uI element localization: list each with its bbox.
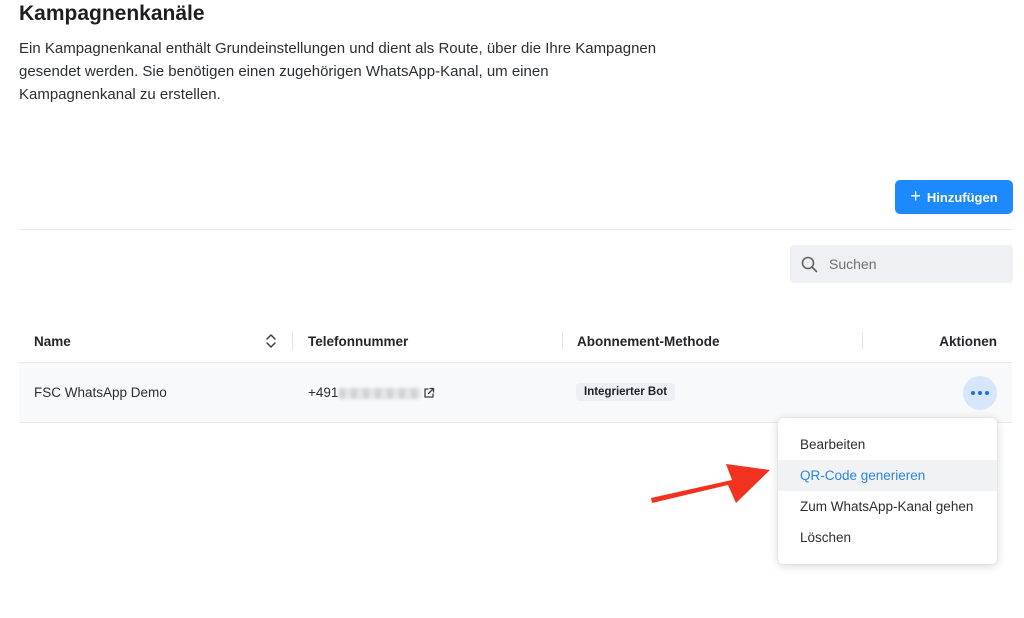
column-separator[interactable] [862, 332, 863, 350]
row-actions-button[interactable] [963, 376, 997, 410]
subscription-badge: Integrierter Bot [576, 383, 676, 401]
campaign-channels-page: Kampagnenkanäle Ein Kampagnenkanal enthä… [0, 0, 1024, 618]
column-header-name[interactable]: Name [34, 334, 71, 349]
menu-item-go-to-whatsapp-channel[interactable]: Zum WhatsApp-Kanal gehen [778, 491, 997, 522]
menu-item-edit[interactable]: Bearbeiten [778, 429, 997, 460]
table-row: FSC WhatsApp Demo +491 Integrierter Bot [19, 363, 1012, 423]
search-box[interactable] [790, 245, 1013, 283]
column-separator[interactable] [292, 332, 293, 350]
table-header: Name Telefonnummer Abonnement-Methode Ak… [19, 324, 1012, 363]
column-separator[interactable] [562, 332, 563, 350]
plus-icon: + [910, 186, 921, 206]
column-header-subscription: Abonnement-Methode [577, 334, 720, 349]
column-header-actions: Aktionen [939, 334, 997, 349]
page-title: Kampagnenkanäle [19, 2, 205, 25]
section-divider [19, 229, 1012, 230]
more-horizontal-icon-dot [978, 391, 982, 395]
search-icon [801, 256, 818, 272]
phone-number: +491 [308, 385, 422, 400]
page-description: Ein Kampagnenkanal enthält Grundeinstell… [19, 40, 657, 103]
more-horizontal-icon [971, 391, 975, 395]
external-link-icon[interactable] [423, 387, 435, 399]
actions-dropdown-menu: Bearbeiten QR-Code generieren Zum WhatsA… [778, 418, 997, 564]
add-button-label: Hinzufügen [926, 189, 998, 205]
channel-name: FSC WhatsApp Demo [34, 385, 167, 400]
search-input[interactable] [827, 255, 1001, 273]
phone-number-redacted [339, 387, 422, 399]
add-button[interactable]: + Hinzufügen [895, 180, 1013, 214]
phone-number-prefix: +491 [308, 385, 339, 400]
more-horizontal-icon-dot [985, 391, 989, 395]
sort-icon[interactable] [265, 333, 277, 349]
column-header-phone: Telefonnummer [308, 334, 409, 349]
arrow-annotation [651, 464, 770, 503]
menu-item-generate-qr-code[interactable]: QR-Code generieren [778, 460, 997, 491]
menu-item-delete[interactable]: Löschen [778, 522, 997, 553]
